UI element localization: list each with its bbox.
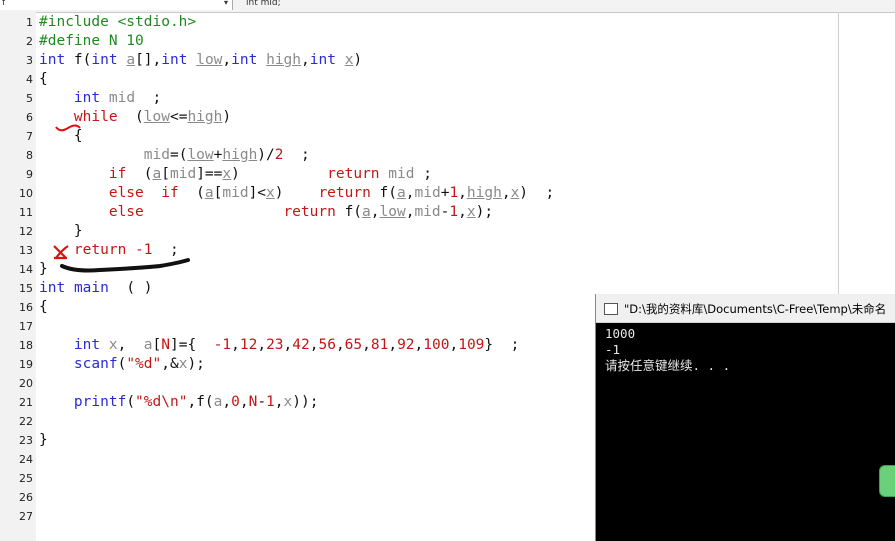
cross-mark-return bbox=[53, 245, 69, 260]
console-titlebar[interactable]: "D:\我的资料库\Documents\C-Free\Temp\未命名 bbox=[596, 294, 895, 323]
underline-return-stroke bbox=[60, 258, 190, 273]
console-window-icon bbox=[604, 303, 618, 315]
squiggle-under-while-mark bbox=[55, 124, 81, 132]
console-title: "D:\我的资料库\Documents\C-Free\Temp\未命名 bbox=[624, 302, 887, 316]
console-output-line: -1 bbox=[605, 342, 621, 357]
console-output-line: 1000 bbox=[605, 326, 636, 341]
side-assistant-button[interactable] bbox=[879, 465, 895, 497]
console-window[interactable]: "D:\我的资料库\Documents\C-Free\Temp\未命名 1000… bbox=[595, 294, 895, 541]
console-output-line: 请按任意键继续. . . bbox=[605, 358, 731, 373]
